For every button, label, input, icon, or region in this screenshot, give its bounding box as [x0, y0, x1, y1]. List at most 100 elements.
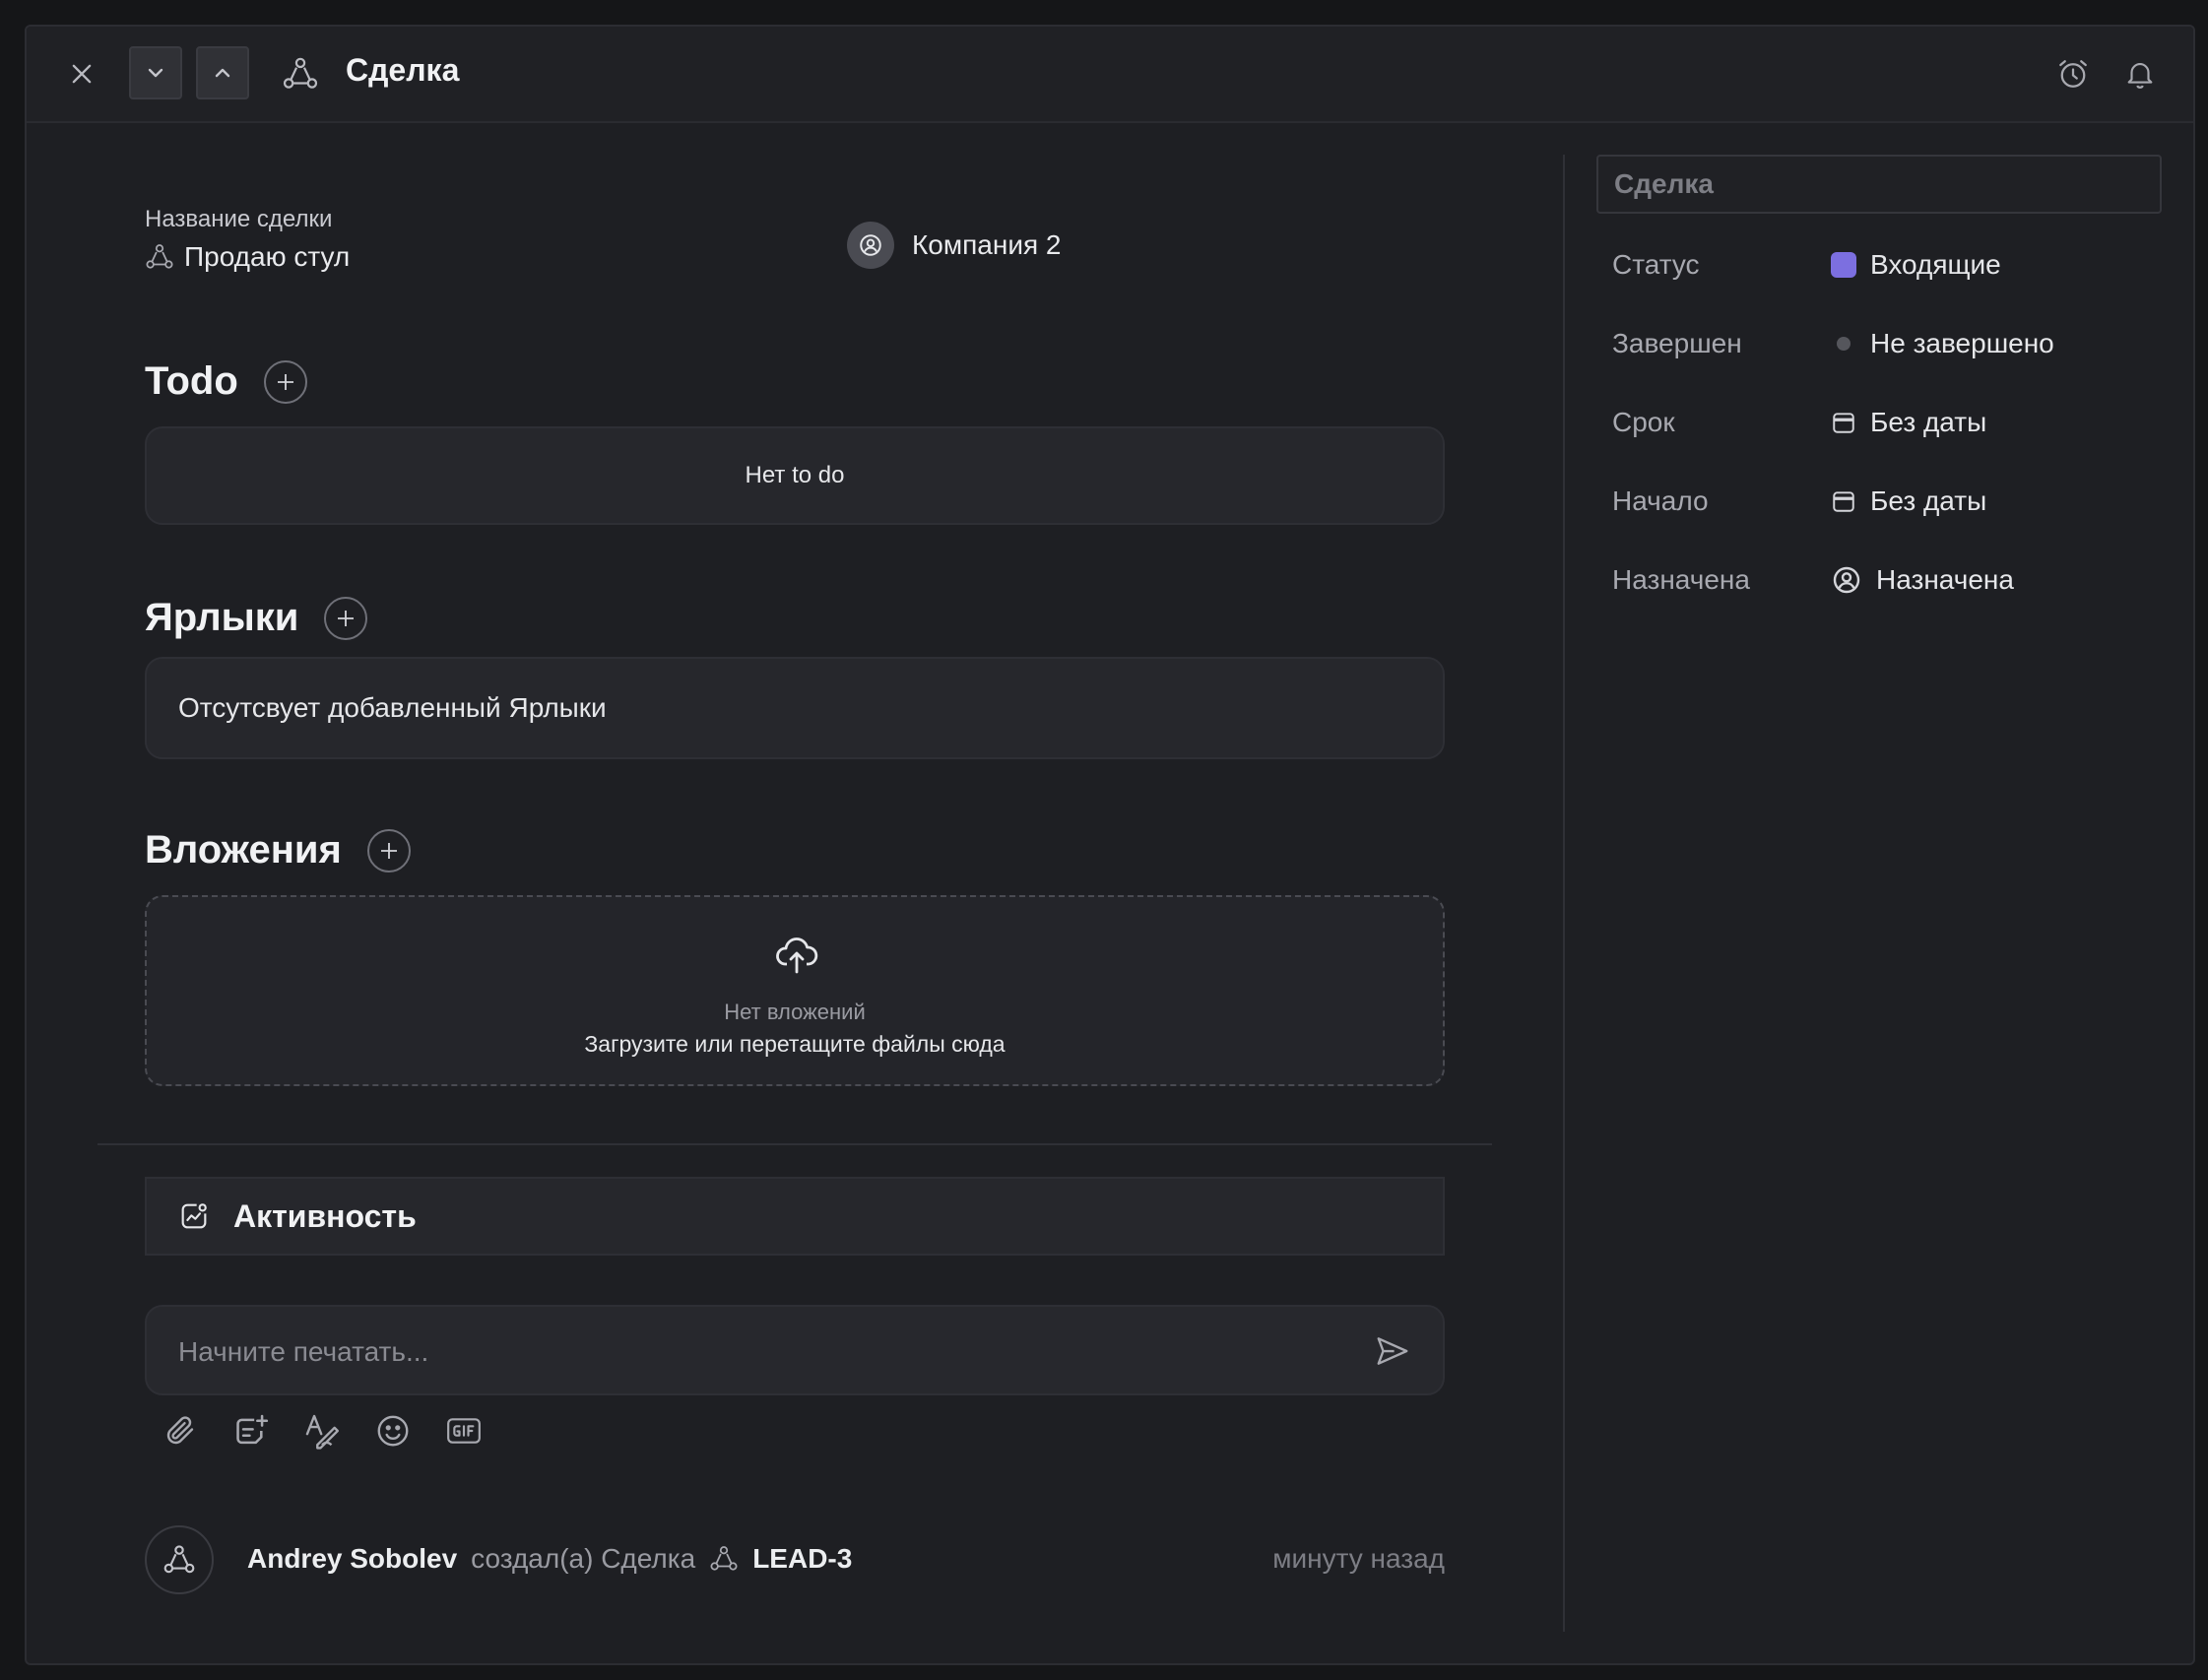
labels-empty-text: Отсутсвует добавленный Ярлыки — [178, 692, 607, 723]
comment-toolbar — [161, 1411, 484, 1451]
attach-file-button[interactable] — [161, 1411, 200, 1451]
activity-author[interactable]: Andrey Sobolev — [247, 1543, 457, 1575]
add-label-button[interactable] — [324, 596, 368, 640]
send-button[interactable] — [1374, 1332, 1413, 1372]
activity-item-avatar — [145, 1525, 214, 1594]
calendar-icon — [1833, 491, 1854, 512]
prop-status-label: Статус — [1612, 249, 1700, 280]
panel-divider — [1563, 155, 1565, 1632]
gif-icon — [447, 1418, 481, 1444]
prop-done: Завершен Не завершено — [1612, 328, 2054, 359]
prop-due: Срок Без даты — [1612, 407, 1986, 438]
gif-button[interactable] — [444, 1411, 484, 1451]
prop-start-label: Начало — [1612, 485, 1709, 516]
deal-window: Сделка Название сделки Продаю стул Компа… — [25, 25, 2195, 1665]
deal-name-field[interactable]: Продаю стул — [145, 241, 350, 273]
done-value: Не завершено — [1870, 328, 2054, 358]
close-button[interactable] — [58, 50, 105, 97]
todo-section-header: Todo — [145, 359, 307, 404]
prop-assignee: Назначена Назначена — [1612, 564, 2014, 596]
user-circle-icon — [1833, 566, 1860, 594]
activity-item-text: Andrey Sobolev создал(а) Сделка LEAD-3 — [247, 1543, 852, 1575]
plus-icon — [338, 610, 355, 626]
deal-icon — [710, 1546, 738, 1571]
add-todo-button[interactable] — [263, 359, 307, 404]
user-circle-icon — [860, 234, 881, 256]
company-selector[interactable]: Компания 2 — [847, 222, 1061, 269]
comment-input[interactable] — [176, 1326, 1342, 1378]
activity-title: Активность — [233, 1197, 417, 1234]
window-header: Сделка — [27, 27, 2193, 123]
company-avatar — [847, 222, 894, 269]
insert-text-icon — [236, 1414, 269, 1445]
status-color-swatch — [1831, 252, 1856, 278]
text-format-icon — [305, 1414, 340, 1450]
activity-icon — [181, 1203, 207, 1229]
done-selector[interactable]: Не завершено — [1831, 328, 2054, 359]
text-format-button[interactable] — [302, 1411, 342, 1451]
done-indicator-dot — [1837, 337, 1851, 351]
previous-item-button[interactable] — [196, 46, 249, 99]
due-value: Без даты — [1870, 407, 1987, 437]
labels-section-header: Ярлыки — [145, 596, 368, 640]
calendar-icon — [1833, 413, 1854, 433]
deal-type-icon-wrap — [281, 54, 320, 94]
insert-button[interactable] — [231, 1411, 271, 1451]
attachments-dropzone[interactable]: Нет вложений Загрузите или перетащите фа… — [145, 895, 1445, 1086]
reminder-button[interactable] — [2053, 54, 2093, 94]
deal-icon — [283, 57, 318, 89]
assignee-selector[interactable]: Назначена — [1831, 564, 2014, 596]
start-value: Без даты — [1870, 485, 1987, 516]
deal-name-value: Продаю стул — [184, 241, 351, 272]
attachments-title: Вложения — [145, 828, 342, 872]
todo-title: Todo — [145, 359, 238, 403]
next-item-button[interactable] — [129, 46, 182, 99]
emoji-button[interactable] — [373, 1411, 413, 1451]
deal-name-label: Название сделки — [145, 206, 333, 232]
status-selector[interactable]: Входящие — [1831, 249, 2001, 281]
attachments-empty-title: Нет вложений — [724, 1000, 866, 1024]
labels-empty-box: Отсутсвует добавленный Ярлыки — [145, 657, 1445, 759]
properties-sidebar: Сделка Статус Входящие Завершен Не завер… — [1596, 155, 2166, 595]
company-name: Компания 2 — [912, 229, 1062, 260]
activity-action: создал(а) Сделка — [471, 1543, 696, 1574]
add-attachment-button[interactable] — [366, 828, 411, 872]
todo-empty-text: Нет to do — [745, 462, 845, 488]
deal-icon — [163, 1545, 195, 1574]
notifications-button[interactable] — [2120, 54, 2160, 94]
attachments-section-header: Вложения — [145, 828, 411, 872]
alarm-icon — [2059, 60, 2087, 88]
plus-icon — [380, 842, 397, 859]
chevron-down-icon — [148, 68, 163, 78]
section-divider — [97, 1143, 1492, 1145]
activity-header: Активность — [145, 1177, 1445, 1256]
cloud-upload-icon — [776, 937, 818, 974]
send-icon — [1377, 1337, 1408, 1365]
activity-timestamp: минуту назад — [1272, 1543, 1445, 1574]
comment-box — [145, 1305, 1445, 1395]
deal-icon — [146, 244, 173, 269]
prop-done-label: Завершен — [1612, 328, 1742, 358]
paperclip-icon — [166, 1416, 194, 1445]
prop-assignee-label: Назначена — [1612, 564, 1750, 595]
prop-start: Начало Без даты — [1612, 485, 1986, 517]
sidebar-title: Сделка — [1596, 155, 2162, 214]
prop-due-label: Срок — [1612, 407, 1675, 437]
labels-title: Ярлыки — [145, 596, 299, 639]
close-icon — [72, 64, 92, 84]
start-date-picker[interactable]: Без даты — [1831, 485, 1986, 517]
activity-feed-item: Andrey Sobolev создал(а) Сделка LEAD-3 м… — [145, 1525, 1445, 1598]
todo-empty-box: Нет to do — [145, 426, 1445, 525]
emoji-icon — [377, 1415, 409, 1447]
status-value: Входящие — [1870, 249, 2001, 280]
activity-ref-link[interactable]: LEAD-3 — [752, 1543, 852, 1575]
assignee-value: Назначена — [1876, 564, 2014, 595]
chevron-up-icon — [215, 68, 230, 78]
due-date-picker[interactable]: Без даты — [1831, 407, 1986, 438]
plus-icon — [277, 373, 293, 390]
bell-icon — [2127, 63, 2153, 89]
attachments-empty-hint: Загрузите или перетащите файлы сюда — [584, 1031, 1006, 1057]
prop-status: Статус Входящие — [1612, 249, 2001, 281]
page-title: Сделка — [346, 52, 460, 88]
main-panel: Название сделки Продаю стул Компания 2 T… — [27, 123, 1563, 1663]
